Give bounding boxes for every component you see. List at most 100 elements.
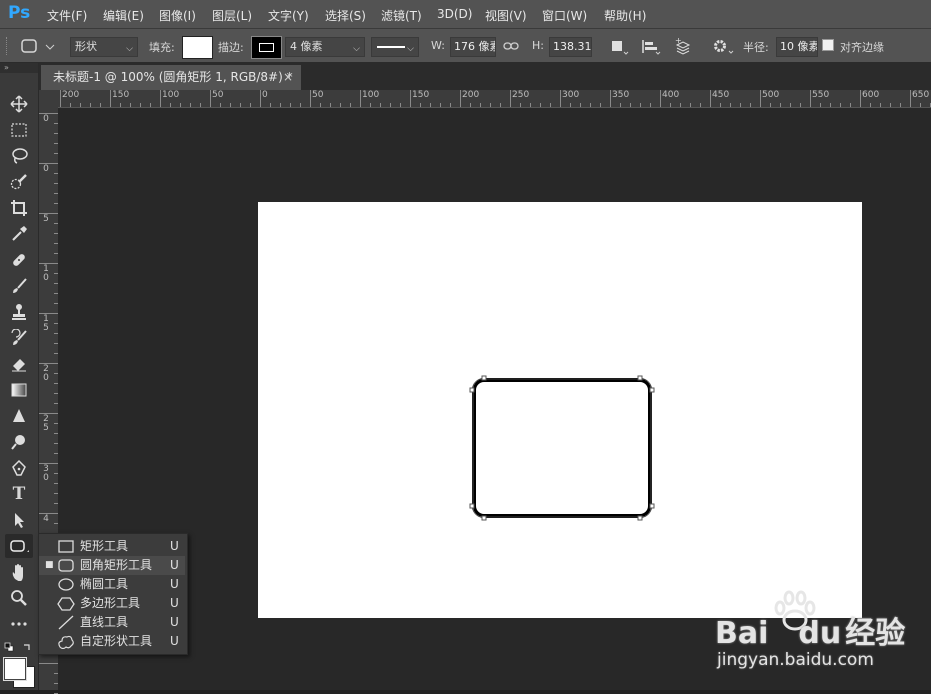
gradient-tool-icon[interactable] bbox=[7, 378, 31, 402]
ruler-label: 150 bbox=[112, 90, 130, 100]
flyout-item-custom-shape[interactable]: 自定形状工具 U bbox=[39, 632, 185, 651]
mode-select-value: 形状 bbox=[75, 40, 97, 53]
document-tab-title: 未标题-1 @ 100% (圆角矩形 1, RGB/8#) * bbox=[53, 70, 293, 84]
flyout-item-rectangle[interactable]: 矩形工具 U bbox=[39, 537, 185, 556]
history-brush-tool-icon[interactable] bbox=[7, 326, 31, 350]
tools-panel: » T bbox=[0, 63, 39, 690]
width-field[interactable]: 176 像素 bbox=[450, 37, 496, 57]
height-field[interactable]: 138.31 像素 bbox=[549, 37, 592, 57]
menu-file[interactable]: 文件(F) bbox=[47, 7, 87, 24]
marquee-tool-icon[interactable] bbox=[7, 118, 31, 142]
foreground-color-swatch[interactable] bbox=[3, 657, 27, 681]
ruler-label: 300 bbox=[562, 90, 580, 100]
zoom-tool-icon[interactable] bbox=[7, 586, 31, 610]
ruler-label: 350 bbox=[612, 90, 630, 100]
collapse-panel-icon[interactable]: » bbox=[0, 63, 38, 73]
brush-tool-icon[interactable] bbox=[7, 274, 31, 298]
path-arrangement-icon[interactable]: + bbox=[673, 36, 697, 57]
flyout-item-rounded-rectangle[interactable]: ■ 圆角矩形工具 U bbox=[39, 556, 185, 575]
menu-window[interactable]: 窗口(W) bbox=[542, 7, 587, 24]
gear-icon[interactable] bbox=[711, 37, 735, 57]
align-edges-label: 对齐边缘 bbox=[840, 41, 884, 54]
selected-indicator: ■ bbox=[45, 560, 54, 570]
dodge-tool-icon[interactable] bbox=[7, 430, 31, 454]
watermark-url: jingyan.baidu.com bbox=[717, 650, 874, 670]
custom-shape-icon bbox=[58, 635, 74, 649]
ruler-label: 600 bbox=[862, 90, 880, 100]
ruler-label: 5 bbox=[43, 214, 49, 224]
rounded-rectangle-shape[interactable] bbox=[466, 372, 658, 524]
eraser-tool-icon[interactable] bbox=[7, 352, 31, 376]
rounded-rectangle-icon bbox=[21, 39, 55, 53]
menu-view[interactable]: 视图(V) bbox=[485, 7, 527, 24]
close-icon[interactable]: × bbox=[283, 65, 293, 90]
menu-filter[interactable]: 滤镜(T) bbox=[381, 7, 422, 24]
healing-brush-tool-icon[interactable] bbox=[7, 248, 31, 272]
ruler-label: 0 bbox=[43, 114, 49, 124]
blur-tool-icon[interactable] bbox=[7, 404, 31, 428]
path-operations-icon[interactable] bbox=[610, 38, 630, 56]
crop-tool-icon[interactable] bbox=[7, 196, 31, 220]
ruler-label: 0 bbox=[262, 90, 268, 100]
shape-tools-flyout: 矩形工具 U ■ 圆角矩形工具 U 椭圆工具 U 多边形工具 U 直线工具 U … bbox=[38, 533, 188, 655]
chevron-down-icon: ⌵ bbox=[407, 44, 414, 54]
ruler-label: 4 bbox=[43, 514, 49, 524]
align-edges-checkbox[interactable] bbox=[822, 39, 834, 51]
quick-selection-tool-icon[interactable] bbox=[7, 170, 31, 194]
ruler-label: 450 bbox=[712, 90, 730, 100]
stroke-type-select[interactable]: ⌵ bbox=[371, 37, 419, 57]
path-selection-tool-icon[interactable] bbox=[7, 508, 31, 532]
menu-edit[interactable]: 编辑(E) bbox=[103, 7, 144, 24]
mode-select[interactable]: 形状 ⌵ bbox=[70, 37, 138, 57]
swap-colors-icon[interactable] bbox=[22, 641, 32, 651]
radius-field[interactable]: 10 像素 bbox=[776, 37, 818, 57]
path-alignment-icon[interactable] bbox=[640, 38, 662, 56]
more-tools-icon[interactable] bbox=[7, 612, 31, 636]
ruler-label: 1 5 bbox=[43, 314, 49, 333]
height-label: H: bbox=[532, 39, 544, 52]
menu-select[interactable]: 选择(S) bbox=[325, 7, 366, 24]
ruler-label: 50 bbox=[212, 90, 224, 100]
ruler-label: 250 bbox=[512, 90, 530, 100]
ruler-origin[interactable] bbox=[39, 90, 58, 107]
stroke-width-field[interactable]: 4 像素 ⌵ bbox=[285, 37, 365, 57]
document-tab[interactable]: 未标题-1 @ 100% (圆角矩形 1, RGB/8#) * × bbox=[41, 65, 301, 90]
ellipse-icon bbox=[58, 578, 74, 591]
ruler-label: 550 bbox=[812, 90, 830, 100]
flyout-item-ellipse[interactable]: 椭圆工具 U bbox=[39, 575, 185, 594]
ruler-label: 50 bbox=[312, 90, 324, 100]
clone-stamp-tool-icon[interactable] bbox=[7, 300, 31, 324]
hand-tool-icon[interactable] bbox=[7, 560, 31, 584]
polygon-icon bbox=[57, 597, 75, 611]
menu-help[interactable]: 帮助(H) bbox=[604, 7, 646, 24]
anchor-points[interactable] bbox=[469, 375, 655, 521]
menu-type[interactable]: 文字(Y) bbox=[268, 7, 309, 24]
type-tool-icon[interactable]: T bbox=[7, 482, 31, 506]
photoshop-logo: Ps bbox=[8, 3, 31, 23]
move-tool-icon[interactable] bbox=[7, 92, 31, 116]
chevron-down-icon: ⌵ bbox=[353, 44, 360, 54]
stroke-label: 描边: bbox=[218, 41, 244, 54]
link-icon[interactable] bbox=[503, 39, 519, 53]
tool-preset-picker[interactable] bbox=[20, 35, 58, 57]
options-grip bbox=[6, 37, 9, 55]
solid-line-icon bbox=[377, 46, 405, 48]
flyout-item-line[interactable]: 直线工具 U bbox=[39, 613, 185, 632]
menu-3d[interactable]: 3D(D) bbox=[437, 7, 472, 21]
rounded-rectangle-tool-icon[interactable] bbox=[5, 534, 33, 558]
menu-layer[interactable]: 图层(L) bbox=[212, 7, 252, 24]
menu-image[interactable]: 图像(I) bbox=[159, 7, 196, 24]
pen-tool-icon[interactable] bbox=[7, 456, 31, 480]
lasso-tool-icon[interactable] bbox=[7, 144, 31, 168]
chevron-down-icon: ⌵ bbox=[126, 44, 133, 54]
ruler-label: 0 bbox=[43, 164, 49, 174]
default-colors-icon[interactable] bbox=[4, 641, 14, 652]
horizontal-ruler[interactable]: 200 150 100 50 0 50 100 150 200 250 300 350 400 450 50… bbox=[58, 90, 931, 108]
ruler-label: 650 bbox=[912, 90, 930, 100]
flyout-item-polygon[interactable]: 多边形工具 U bbox=[39, 594, 185, 613]
fill-swatch[interactable] bbox=[182, 36, 213, 59]
stroke-swatch[interactable] bbox=[251, 36, 282, 59]
watermark-brand: Bai du 经验 bbox=[715, 616, 906, 651]
eyedropper-tool-icon[interactable] bbox=[7, 222, 31, 246]
ruler-label: 100 bbox=[362, 90, 380, 100]
